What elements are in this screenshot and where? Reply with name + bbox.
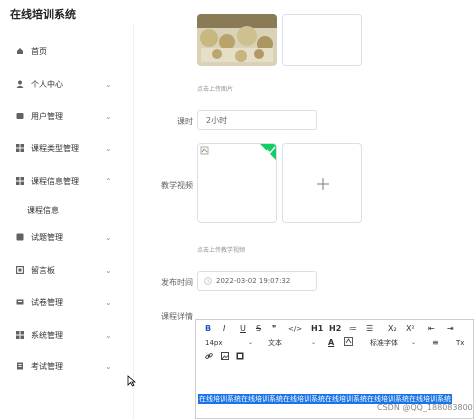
grid-icon (16, 233, 24, 241)
plus-icon (317, 178, 329, 190)
chevron-down-icon: ⌄ (105, 143, 112, 153)
chevron-down-icon: ⌄ (105, 297, 112, 307)
editor-toolbar-row-1: B I U S ❞ </> H1 H2 ≔ ☰ X₂ X² ⇤ ⇥ (196, 321, 474, 336)
chevron-down-icon: ⌄ (105, 330, 112, 340)
uploaded-image-thumbnail[interactable] (197, 14, 277, 66)
sidebar: 首页 个人中心 ⌄ 用户管理 ⌄ 课程类型管理 ⌄ 课程信息管理 ⌃ 课程信息 … (0, 24, 134, 419)
watermark: CSDN @QQ_188083800 (377, 403, 473, 412)
clear-format-button[interactable]: Tx (456, 339, 464, 347)
sidebar-item-label: 留言板 (31, 265, 55, 275)
uploaded-video-thumbnail[interactable] (197, 143, 277, 223)
sidebar-item-label: 个人中心 (31, 79, 63, 89)
image-upload-box[interactable] (282, 14, 362, 66)
clock-icon (204, 277, 212, 285)
editor-toolbar-row-2: 14px ⌄ 文本 ⌄ A 标准字体 ⌄ ≡ Tx (196, 335, 474, 350)
sidebar-item-system-management[interactable]: 系统管理 ⌄ (0, 321, 134, 349)
publish-time-picker[interactable]: 2022-03-02 19:07:32 (197, 271, 317, 291)
sidebar-item-message-board[interactable]: 留言板 ⌄ (0, 256, 134, 284)
chevron-down-icon: ⌄ (411, 339, 417, 346)
sidebar-item-course-info[interactable]: 课程信息管理 ⌃ (0, 167, 134, 195)
background-color-button[interactable] (344, 337, 353, 348)
chevron-down-icon: ⌄ (311, 339, 317, 346)
superscript-button[interactable]: X² (406, 324, 415, 333)
main-form: 点击上传图片 课时 2小时 教学视频 点击上传教学视频 发布时间 2022-03… (135, 14, 474, 419)
strikethrough-button[interactable]: S (256, 324, 261, 333)
video-upload-hint: 点击上传教学视频 (197, 247, 246, 254)
font-size-select[interactable]: 14px (205, 339, 223, 347)
sidebar-item-label: 试题管理 (31, 232, 63, 242)
hours-label: 课时 (177, 117, 193, 126)
image-upload-hint: 点击上传图片 (197, 86, 234, 93)
heading2-button[interactable]: H2 (329, 324, 341, 333)
grid-icon (16, 331, 24, 339)
sidebar-item-exam-management[interactable]: 考试管理 ⌄ (0, 352, 134, 380)
book-icon (16, 177, 24, 185)
editor-toolbar-row-3 (196, 349, 474, 364)
align-button[interactable]: ≡ (432, 338, 439, 347)
hours-value: 2小时 (206, 115, 228, 125)
sidebar-item-label: 首页 (31, 46, 47, 56)
outdent-button[interactable]: ⇤ (428, 324, 435, 333)
subscript-button[interactable]: X₂ (388, 324, 397, 333)
bullet-list-button[interactable]: ☰ (366, 324, 373, 333)
hours-input[interactable]: 2小时 (197, 110, 317, 130)
text-color-button[interactable]: A (328, 338, 334, 347)
video-label: 教学视频 (161, 181, 193, 190)
user-icon (16, 80, 24, 88)
bold-button[interactable]: B (205, 324, 211, 333)
sidebar-item-user-management[interactable]: 用户管理 ⌄ (0, 102, 134, 130)
image-icon[interactable] (221, 351, 229, 362)
sidebar-item-home[interactable]: 首页 (0, 37, 134, 65)
publish-time-label: 发布时间 (161, 278, 193, 287)
chevron-down-icon: ⌄ (105, 361, 112, 371)
sidebar-item-label: 系统管理 (31, 330, 63, 340)
ordered-list-button[interactable]: ≔ (349, 324, 357, 333)
video-icon[interactable] (236, 352, 244, 362)
heading1-button[interactable]: H1 (311, 324, 323, 333)
home-icon (16, 47, 24, 55)
underline-button[interactable]: U (240, 324, 246, 333)
chevron-down-icon: ⌄ (105, 232, 112, 242)
chevron-down-icon: ⌄ (105, 265, 112, 275)
blockquote-button[interactable]: ❞ (272, 324, 276, 333)
users-icon (16, 112, 24, 120)
sidebar-item-course-type[interactable]: 课程类型管理 ⌄ (0, 134, 134, 162)
sidebar-item-label: 试卷管理 (31, 297, 63, 307)
sidebar-item-label: 课程类型管理 (31, 143, 79, 153)
chevron-down-icon: ⌄ (105, 79, 112, 89)
message-icon (16, 266, 24, 274)
sidebar-item-label: 考试管理 (31, 361, 63, 371)
chevron-down-icon: ⌄ (248, 339, 254, 346)
mouse-cursor-icon (127, 372, 137, 391)
chevron-down-icon: ⌄ (105, 111, 112, 121)
submenu-item-course-info[interactable]: 课程信息 (0, 200, 134, 220)
sidebar-item-question-management[interactable]: 试题管理 ⌄ (0, 223, 134, 251)
publish-time-value: 2022-03-02 19:07:32 (216, 277, 291, 285)
sidebar-item-label: 用户管理 (31, 111, 63, 121)
grid-icon (16, 144, 24, 152)
link-icon[interactable] (205, 352, 213, 362)
exam-icon (16, 362, 24, 370)
sidebar-item-paper-management[interactable]: 试卷管理 ⌄ (0, 288, 134, 316)
sidebar-item-personal-center[interactable]: 个人中心 ⌄ (0, 70, 134, 98)
course-details-label: 课程详情 (161, 312, 193, 321)
italic-button[interactable]: I (223, 324, 225, 333)
video-upload-box[interactable] (282, 143, 362, 223)
paper-icon (16, 298, 24, 306)
sidebar-item-label: 课程信息管理 (31, 176, 79, 186)
code-block-button[interactable]: </> (288, 325, 302, 333)
font-family-select[interactable]: 标准字体 (370, 338, 398, 348)
indent-button[interactable]: ⇥ (447, 324, 454, 333)
text-type-select[interactable]: 文本 (268, 338, 282, 348)
chevron-up-icon: ⌃ (105, 176, 112, 186)
